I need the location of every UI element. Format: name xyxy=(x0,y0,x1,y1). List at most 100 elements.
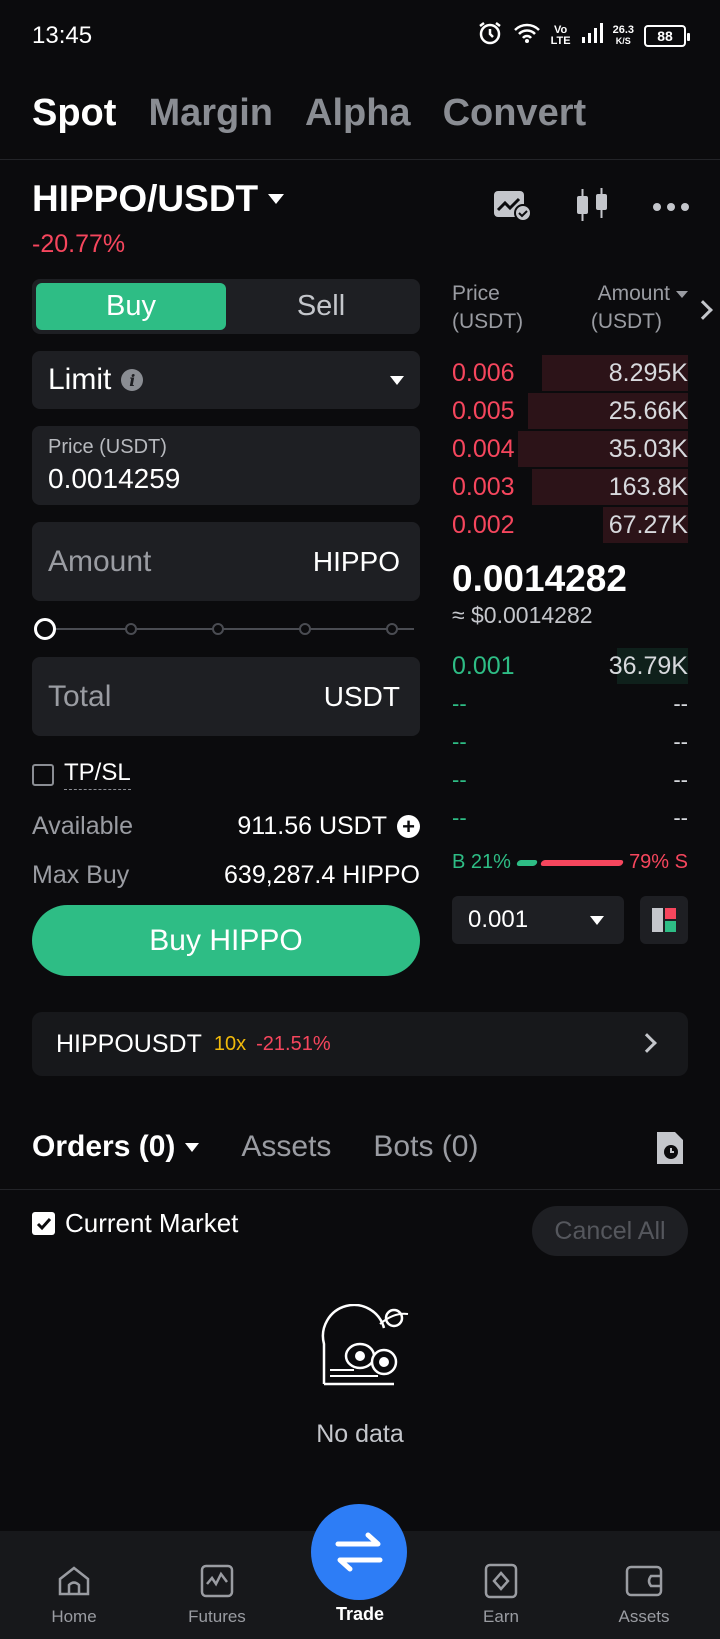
order-book-layout-button[interactable] xyxy=(640,896,688,944)
orders-tabs: Orders (0) Assets Bots (0) xyxy=(32,1130,478,1164)
current-market-filter[interactable]: Current Market xyxy=(32,1208,238,1239)
sell-ratio-label: 79% S xyxy=(629,851,688,873)
price-column-unit: (USDT) xyxy=(452,310,524,333)
nav-home[interactable]: Home xyxy=(14,1559,134,1627)
top-divider xyxy=(0,159,720,160)
order-book-header: Price (USDT) Amount (USDT) xyxy=(452,280,688,336)
ask-amount: 35.03K xyxy=(608,434,688,463)
slider-node-75[interactable] xyxy=(299,623,311,635)
nav-trade-button[interactable] xyxy=(311,1504,407,1600)
price-alert-chart-icon[interactable] xyxy=(492,188,532,227)
add-funds-icon[interactable]: + xyxy=(397,815,420,838)
amount-unit: HIPPO xyxy=(312,545,400,577)
price-field[interactable]: Price (USDT) 0.0014259 xyxy=(32,426,420,505)
ask-price: 0.006 xyxy=(452,358,515,387)
signal-icon xyxy=(581,23,603,48)
bid-list: 0.001 36.79K xyxy=(452,647,688,685)
empty-bid-price: -- xyxy=(452,767,467,792)
ask-price: 0.005 xyxy=(452,396,515,425)
empty-bid-price: -- xyxy=(452,729,467,754)
nav-futures[interactable]: Futures xyxy=(157,1559,277,1627)
ask-amount: 67.27K xyxy=(608,510,688,539)
nav-futures-label: Futures xyxy=(188,1607,246,1626)
price-field-value: 0.0014259 xyxy=(48,463,181,494)
empty-state-text: No data xyxy=(316,1420,404,1448)
tpsl-checkbox[interactable] xyxy=(32,763,54,786)
current-market-label: Current Market xyxy=(65,1208,239,1238)
tab-margin[interactable]: Margin xyxy=(148,92,273,135)
total-unit: USDT xyxy=(323,680,400,712)
buy-tab[interactable]: Buy xyxy=(36,283,226,330)
empty-bid-row: -- -- xyxy=(452,723,688,761)
swap-arrows-icon xyxy=(335,1532,383,1572)
last-price-usd: ≈ $0.0014282 xyxy=(452,602,593,628)
amount-column-header: Amount xyxy=(597,282,670,305)
order-history-icon[interactable] xyxy=(654,1130,686,1171)
tpsl-option[interactable]: TP/SL xyxy=(32,759,420,790)
wifi-icon xyxy=(513,22,541,49)
trade-mode-tabs: Spot Margin Alpha Convert xyxy=(32,92,586,135)
futures-leverage: 10x xyxy=(213,1032,247,1055)
buy-ratio-label: B 21% xyxy=(452,851,511,873)
bid-price: 0.001 xyxy=(452,651,515,680)
max-buy-value: 639,287.4 HIPPO xyxy=(224,861,420,889)
price-change: -20.77% xyxy=(32,230,126,258)
slider-handle[interactable] xyxy=(34,618,56,640)
nav-earn[interactable]: Earn xyxy=(441,1559,561,1627)
ask-row[interactable]: 0.002 67.27K xyxy=(452,506,688,544)
pair-selector[interactable]: HIPPO/USDT xyxy=(32,178,285,220)
empty-bid-row: -- -- xyxy=(452,799,688,837)
total-field[interactable]: Total USDT xyxy=(32,657,420,736)
checkbox-checked-icon[interactable] xyxy=(32,1212,55,1235)
ask-row[interactable]: 0.005 25.66K xyxy=(452,392,688,430)
tab-alpha[interactable]: Alpha xyxy=(305,92,411,135)
bid-amount: 36.79K xyxy=(608,651,688,680)
empty-bid-row: -- -- xyxy=(452,761,688,799)
futures-banner[interactable]: HIPPOUSDT 10x -21.51% xyxy=(32,1012,688,1076)
last-price[interactable]: 0.0014282 xyxy=(452,558,688,600)
amount-field[interactable]: Amount HIPPO xyxy=(32,522,420,601)
tab-spot[interactable]: Spot xyxy=(32,92,116,135)
candlestick-chart-icon[interactable] xyxy=(574,186,610,229)
sell-tab[interactable]: Sell xyxy=(226,283,416,330)
info-icon[interactable]: i xyxy=(121,369,144,391)
chevron-right-icon[interactable] xyxy=(693,300,713,320)
ask-row[interactable]: 0.004 35.03K xyxy=(452,430,688,468)
tab-assets[interactable]: Assets xyxy=(241,1130,331,1164)
caret-down-icon xyxy=(590,915,604,925)
alarm-icon xyxy=(477,20,503,51)
cancel-all-button[interactable]: Cancel All xyxy=(532,1206,688,1256)
empty-bid-price: -- xyxy=(452,691,467,716)
ratio-bar xyxy=(515,859,625,866)
bid-row[interactable]: 0.001 36.79K xyxy=(452,647,688,685)
ask-row[interactable]: 0.003 163.8K xyxy=(452,468,688,506)
amount-placeholder: Amount xyxy=(48,544,152,578)
slider-node-25[interactable] xyxy=(125,623,137,635)
sell-ratio-fill xyxy=(540,859,625,866)
order-book: Price (USDT) Amount (USDT) 0.006 8.295K 0.… xyxy=(452,280,688,944)
nav-assets[interactable]: Assets xyxy=(584,1559,704,1627)
more-options-icon[interactable] xyxy=(652,199,690,217)
pair-name: HIPPO/USDT xyxy=(32,178,259,219)
empty-bid-price: -- xyxy=(452,805,467,830)
amount-column-toggle[interactable]: Amount (USDT) xyxy=(591,280,688,336)
tab-bots[interactable]: Bots (0) xyxy=(373,1130,478,1164)
network-type-label: Vo LTE xyxy=(550,23,571,47)
tab-convert[interactable]: Convert xyxy=(443,92,587,135)
buy-ratio-fill xyxy=(515,859,539,866)
futures-change: -21.51% xyxy=(256,1032,331,1055)
depth-precision-select[interactable]: 0.001 xyxy=(452,896,624,944)
amount-slider[interactable] xyxy=(32,614,420,644)
ask-amount: 163.8K xyxy=(608,472,688,501)
tab-orders[interactable]: Orders (0) xyxy=(32,1130,200,1164)
depth-precision-value: 0.001 xyxy=(468,906,529,933)
ask-amount: 8.295K xyxy=(608,358,688,387)
slider-node-100[interactable] xyxy=(386,623,398,635)
tpsl-label[interactable]: TP/SL xyxy=(64,759,131,790)
nav-trade-label: Trade xyxy=(335,1604,385,1624)
buy-submit-button[interactable]: Buy HIPPO xyxy=(32,905,420,976)
ask-row[interactable]: 0.006 8.295K xyxy=(452,354,688,392)
wallet-icon xyxy=(584,1559,704,1603)
order-type-select[interactable]: Limit i xyxy=(32,351,420,409)
slider-node-50[interactable] xyxy=(212,623,224,635)
